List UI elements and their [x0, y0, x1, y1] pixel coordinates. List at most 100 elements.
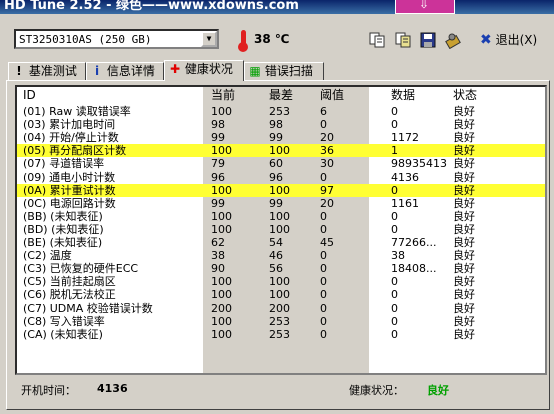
cell-data: 0	[391, 301, 398, 315]
exit-button[interactable]: ✖ 退出(X)	[480, 31, 537, 48]
tab-benchmark[interactable]: ! 基准测试	[8, 62, 86, 80]
cell-current: 90	[211, 262, 225, 276]
cell-id: (C6) 脱机无法校正	[23, 288, 116, 302]
tab-label: 错误扫描	[264, 64, 313, 78]
cell-current: 62	[211, 236, 225, 249]
copy-all-icon[interactable]	[393, 30, 413, 50]
table-row-highlighted[interactable]: (05) 再分配扇区计数 100 100 36 1 良好	[17, 144, 545, 158]
table-row[interactable]: (BB) (未知表征) 100 100 0 0 良好	[17, 210, 545, 223]
cell-status: 良好	[453, 196, 475, 210]
cell-current: 100	[211, 288, 232, 302]
cell-current: 100	[211, 144, 232, 158]
cell-current: 100	[211, 327, 232, 341]
cell-data: 0	[391, 222, 398, 236]
table-row[interactable]: (03) 累计加电时间 98 98 0 0 良好	[17, 118, 545, 131]
tab-label: 健康状况	[184, 62, 233, 76]
tab-info[interactable]: i 信息详情	[86, 62, 164, 80]
cell-current: 100	[211, 209, 232, 223]
health-panel: ID 当前 最差 阈值 数据 状态 (01) Raw 读取错误率 100 253 6 0…	[6, 80, 550, 410]
cell-worst: 253	[269, 327, 290, 341]
column-header-data[interactable]: 数据	[391, 87, 415, 103]
tab-label: 信息详情	[106, 64, 155, 78]
table-row[interactable]: (C5) 当前挂起扇区 100 100 0 0 良好	[17, 275, 545, 288]
options-icon[interactable]	[443, 30, 463, 50]
cell-worst: 100	[269, 144, 290, 158]
cell-id: (05) 再分配扇区计数	[23, 144, 127, 158]
health-status: 健康状况： 良好	[349, 382, 449, 398]
save-icon[interactable]	[418, 30, 438, 50]
cell-status: 良好	[453, 118, 475, 132]
cell-status: 良好	[453, 236, 475, 249]
cell-threshold: 0	[320, 327, 327, 341]
column-header-current[interactable]: 当前	[211, 87, 235, 103]
column-header-id[interactable]: ID	[23, 87, 36, 103]
cell-threshold: 0	[320, 314, 327, 328]
tab-error-scan[interactable]: ▦ 错误扫描	[244, 62, 324, 80]
cell-data: 0	[391, 327, 398, 341]
table-row[interactable]: (BD) (未知表征) 100 100 0 0 良好	[17, 223, 545, 236]
exit-label: 退出(X)	[495, 33, 538, 47]
cell-current: 100	[211, 222, 232, 236]
table-row[interactable]: (04) 开始/停止计数 99 99 20 1172 良好	[17, 131, 545, 144]
table-row[interactable]: (C2) 温度 38 46 0 38 良好	[17, 249, 545, 262]
table-row[interactable]: (07) 寻道错误率 79 60 30 98935413 良好	[17, 157, 545, 170]
table-row[interactable]: (C3) 已恢复的硬件ECC 90 56 0 18408... 良好	[17, 262, 545, 275]
cell-worst: 100	[269, 288, 290, 302]
health-label: 健康状况：	[349, 384, 404, 397]
cell-worst: 100	[269, 183, 290, 197]
cell-id: (C2) 温度	[23, 249, 72, 263]
cell-status: 良好	[453, 209, 475, 223]
cell-worst: 54	[269, 236, 283, 249]
table-row[interactable]: (0C) 电源回路计数 99 99 20 1161 良好	[17, 197, 545, 210]
cell-worst: 100	[269, 275, 290, 289]
cell-id: (03) 累计加电时间	[23, 118, 116, 132]
table-row[interactable]: (CA) (未知表征) 100 253 0 0 良好	[17, 328, 545, 341]
cell-worst: 253	[269, 314, 290, 328]
cell-status: 良好	[453, 157, 475, 171]
column-header-worst[interactable]: 最差	[269, 87, 293, 103]
cell-worst: 60	[269, 157, 283, 171]
table-row[interactable]: (01) Raw 读取错误率 100 253 6 0 良好	[17, 105, 545, 118]
chevron-down-icon[interactable]: ▼	[201, 31, 217, 47]
cell-current: 99	[211, 131, 225, 145]
table-row-highlighted[interactable]: (0A) 累计重试计数 100 100 97 0 良好	[17, 183, 545, 197]
cell-threshold: 0	[320, 262, 327, 276]
table-row[interactable]: (C6) 脱机无法校正 100 100 0 0 良好	[17, 288, 545, 301]
cell-status: 良好	[453, 183, 475, 197]
cell-status: 良好	[453, 327, 475, 341]
close-icon: ✖	[480, 32, 492, 48]
cell-status: 良好	[453, 170, 475, 184]
cell-data: 38	[391, 249, 405, 263]
cell-threshold: 45	[320, 236, 334, 249]
cell-threshold: 36	[320, 144, 334, 158]
cell-status: 良好	[453, 249, 475, 263]
cell-threshold: 0	[320, 222, 327, 236]
cell-data: 0	[391, 288, 398, 302]
cell-data: 0	[391, 183, 398, 197]
toolbar: ST3250310AS (250 GB) ▼ 38 ℃ ✖ 退出(X)	[0, 14, 554, 60]
cell-threshold: 20	[320, 131, 334, 145]
column-header-threshold[interactable]: 阈值	[320, 87, 344, 103]
cell-threshold: 20	[320, 196, 334, 210]
tab-health[interactable]: ✚ 健康状况	[164, 60, 244, 81]
drive-select-value: ST3250310AS (250 GB)	[19, 33, 152, 46]
cell-id: (0A) 累计重试计数	[23, 183, 116, 197]
cell-id: (0C) 电源回路计数	[23, 196, 116, 210]
table-row[interactable]: (09) 通电小时计数 96 96 0 4136 良好	[17, 171, 545, 184]
drive-select[interactable]: ST3250310AS (250 GB) ▼	[14, 29, 219, 49]
table-row[interactable]: (C8) 写入错误率 100 253 0 0 良好	[17, 315, 545, 328]
power-on-value: 4136	[97, 382, 128, 395]
table-row[interactable]: (BE) (未知表征) 62 54 45 77266... 良好	[17, 236, 545, 249]
column-header-status[interactable]: 状态	[453, 87, 477, 103]
cell-data: 98935413	[391, 157, 447, 171]
cell-current: 100	[211, 105, 232, 118]
info-icon: i	[94, 64, 100, 78]
cell-worst: 100	[269, 222, 290, 236]
cell-worst: 253	[269, 105, 290, 118]
cell-id: (07) 寻道错误率	[23, 157, 105, 171]
copy-icon[interactable]	[367, 30, 387, 50]
cell-worst: 100	[269, 209, 290, 223]
cell-threshold: 0	[320, 275, 327, 289]
cell-id: (C3) 已恢复的硬件ECC	[23, 262, 139, 276]
table-row[interactable]: (C7) UDMA 校验错误计数 200 200 0 0 良好	[17, 302, 545, 315]
